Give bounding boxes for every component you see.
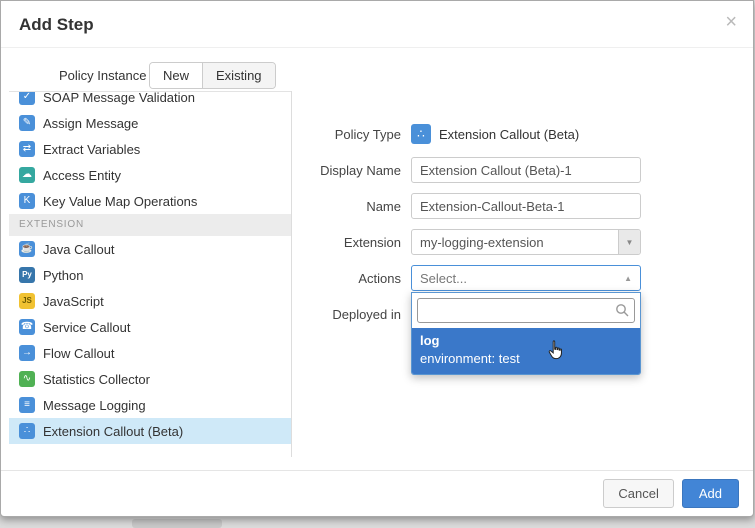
policy-item-extension-callout-beta[interactable]: ∴ Extension Callout (Beta) <box>9 418 291 444</box>
actions-search-wrap <box>417 298 635 323</box>
actions-option-label: log <box>420 332 632 350</box>
policy-type-label: Policy Type <box>299 127 401 142</box>
policy-item-flow-callout[interactable]: → Flow Callout <box>9 340 291 366</box>
policy-item-label: Python <box>43 268 83 283</box>
policy-item-label: Statistics Collector <box>43 372 150 387</box>
policy-list: ✓ SOAP Message Validation ✎ Assign Message ⇄… <box>9 91 291 457</box>
policy-item-message-logging[interactable]: ≡ Message Logging <box>9 392 291 418</box>
policy-item-label: Extension Callout (Beta) <box>43 424 183 439</box>
extension-callout-icon: ∴ <box>411 124 431 144</box>
modal-title: Add Step <box>1 1 753 35</box>
policy-item-label: Message Logging <box>43 398 146 413</box>
add-step-modal: Add Step × Policy Instance New Existing … <box>0 0 754 517</box>
policy-item-access-entity[interactable]: ☁ Access Entity <box>9 162 291 188</box>
policy-item-assign-message[interactable]: ✎ Assign Message <box>9 110 291 136</box>
name-label: Name <box>299 199 401 214</box>
policy-item-label: Flow Callout <box>43 346 115 361</box>
cursor-hand-icon <box>547 340 564 361</box>
python-icon: Py <box>19 267 35 283</box>
display-name-input[interactable] <box>411 157 641 183</box>
name-input[interactable] <box>411 193 641 219</box>
policy-item-label: Assign Message <box>43 116 138 131</box>
actions-option-sublabel: environment: test <box>420 350 632 368</box>
modal-footer: Cancel Add <box>1 470 753 516</box>
extension-select[interactable]: my-logging-extension ▼ <box>411 229 641 255</box>
search-icon <box>615 303 630 318</box>
extension-callout-icon: ∴ <box>19 423 35 439</box>
soap-message-validation-icon: ✓ <box>19 91 35 105</box>
chevron-down-icon[interactable]: ▼ <box>618 230 640 254</box>
chevron-up-icon: ▲ <box>624 274 632 283</box>
policy-item-extract-variables[interactable]: ⇄ Extract Variables <box>9 136 291 162</box>
extension-label: Extension <box>299 235 401 250</box>
policy-item-soap-message-validation[interactable]: ✓ SOAP Message Validation <box>9 91 291 110</box>
policy-form: Policy Type ∴ Extension Callout (Beta) D… <box>299 121 669 337</box>
javascript-icon: JS <box>19 293 35 309</box>
extension-section-header: EXTENSION <box>9 214 291 236</box>
policy-item-service-callout[interactable]: ☎ Service Callout <box>9 314 291 340</box>
actions-dropdown-panel: logenvironment: test <box>411 292 641 375</box>
close-icon[interactable]: × <box>725 12 737 32</box>
deployed-in-label: Deployed in <box>299 307 401 322</box>
cancel-button[interactable]: Cancel <box>603 479 673 508</box>
modal-header: Add Step × <box>1 1 753 48</box>
tab-existing[interactable]: Existing <box>202 63 275 88</box>
background-content-fragment <box>132 519 222 528</box>
policy-instance-toggle: New Existing <box>149 62 276 89</box>
policy-item-label: JavaScript <box>43 294 104 309</box>
policy-item-java-callout[interactable]: ☕ Java Callout <box>9 236 291 262</box>
display-name-label: Display Name <box>299 163 401 178</box>
policy-item-label: Extract Variables <box>43 142 140 157</box>
policy-item-javascript[interactable]: JS JavaScript <box>9 288 291 314</box>
page-background: Add Step × Policy Instance New Existing … <box>0 0 755 528</box>
policy-type-value: Extension Callout (Beta) <box>439 127 579 142</box>
key-value-map-operations-icon: K <box>19 193 35 209</box>
add-button[interactable]: Add <box>682 479 739 508</box>
extension-row: Extension my-logging-extension ▼ <box>299 229 669 255</box>
actions-select-value: Select... <box>412 271 640 286</box>
policy-item-statistics-collector[interactable]: ∿ Statistics Collector <box>9 366 291 392</box>
actions-row: Actions Select... ▲ logenvironment: test <box>299 265 669 291</box>
message-logging-icon: ≡ <box>19 397 35 413</box>
policy-type-row: Policy Type ∴ Extension Callout (Beta) <box>299 121 669 147</box>
name-row: Name <box>299 193 669 219</box>
flow-callout-icon: → <box>19 345 35 361</box>
actions-select[interactable]: Select... ▲ logenvironment: test <box>411 265 641 291</box>
display-name-row: Display Name <box>299 157 669 183</box>
actions-option-log[interactable]: logenvironment: test <box>412 328 640 374</box>
assign-message-icon: ✎ <box>19 115 35 131</box>
policy-item-label: SOAP Message Validation <box>43 91 195 105</box>
statistics-collector-icon: ∿ <box>19 371 35 387</box>
policy-item-label: Key Value Map Operations <box>43 194 197 209</box>
tab-new[interactable]: New <box>150 63 202 88</box>
actions-label: Actions <box>299 271 401 286</box>
service-callout-icon: ☎ <box>19 319 35 335</box>
policy-item-python[interactable]: Py Python <box>9 262 291 288</box>
java-callout-icon: ☕ <box>19 241 35 257</box>
actions-search-input[interactable] <box>417 298 635 323</box>
extension-select-value: my-logging-extension <box>412 235 618 250</box>
access-entity-icon: ☁ <box>19 167 35 183</box>
policy-item-label: Service Callout <box>43 320 130 335</box>
vertical-divider <box>291 91 292 457</box>
policy-item-label: Java Callout <box>43 242 115 257</box>
policy-instance-label: Policy Instance <box>59 63 146 89</box>
policy-item-label: Access Entity <box>43 168 121 183</box>
extract-variables-icon: ⇄ <box>19 141 35 157</box>
policy-item-key-value-map-operations[interactable]: K Key Value Map Operations <box>9 188 291 214</box>
